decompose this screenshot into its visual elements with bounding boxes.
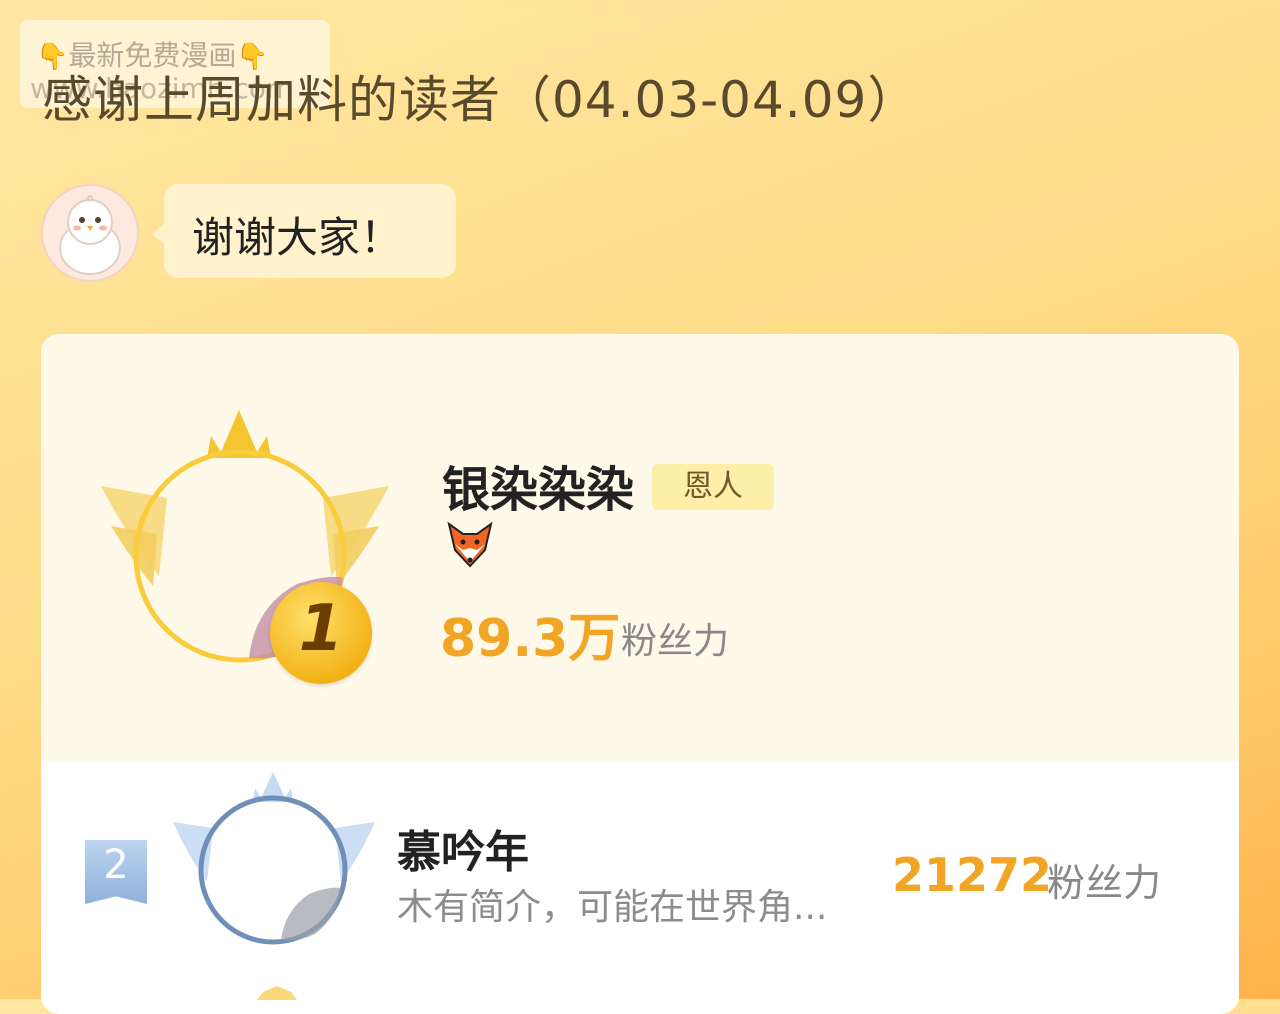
reader-name[interactable]: 慕吟年 <box>397 816 529 880</box>
message-bubble: 谢谢大家！ <box>152 184 456 278</box>
page-title: 感谢上周加料的读者（04.03-04.09） <box>42 71 919 129</box>
reader-bio: 木有简介，可能在世界角... <box>397 887 828 928</box>
message-text: 谢谢大家！ <box>192 213 403 262</box>
rank-1-badge: 1 <box>270 582 372 684</box>
fox-icon <box>447 521 493 568</box>
fan-power-label: 粉丝力 <box>621 621 730 662</box>
fan-power-score: 21272 <box>892 848 1053 902</box>
reader-name[interactable]: 银染染染 <box>442 450 634 520</box>
silver-crown-frame-icon <box>173 772 375 945</box>
ranking-card: 1 银染染染 恩人 89.3万 粉丝力 2 慕吟年 木有简介，可能在世界角...… <box>41 334 1239 1014</box>
rank-2-ribbon: 2 <box>85 840 147 904</box>
fan-power-score: 89.3万 <box>440 609 621 669</box>
reader-tag: 恩人 <box>652 464 774 510</box>
chick-icon <box>59 195 121 275</box>
fan-power-label: 粉丝力 <box>1047 861 1162 905</box>
gold-crown-icon <box>257 986 297 1000</box>
mascot-avatar <box>41 184 139 282</box>
